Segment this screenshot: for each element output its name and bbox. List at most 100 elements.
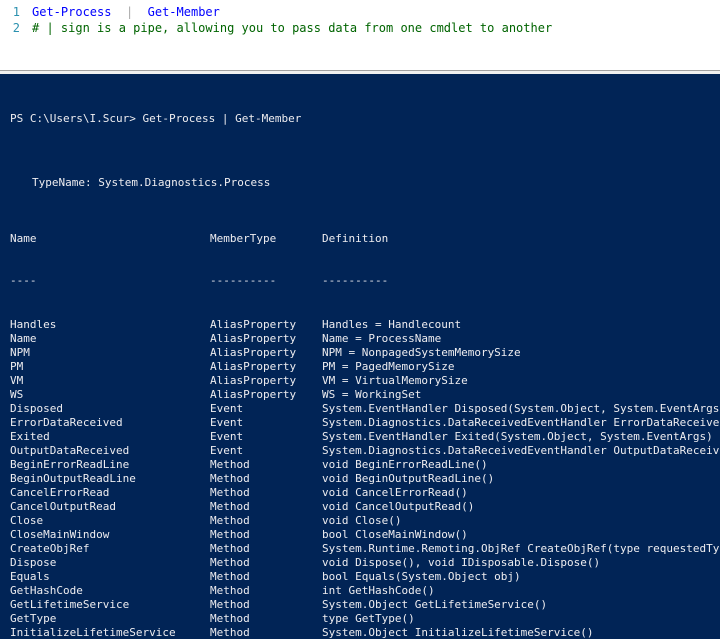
member-name: Handles [10,318,210,332]
token: Get-Member [148,5,220,19]
member-type: Method [210,500,322,514]
member-definition: int GetHashCode() [322,584,720,598]
member-type: AliasProperty [210,332,322,346]
editor-line[interactable]: 1Get-Process | Get-Member [0,4,720,20]
member-row: CloseMainWindowMethodbool CloseMainWindo… [10,528,720,542]
console-output[interactable]: PS C:\Users\I.Scur> Get-Process | Get-Me… [0,74,720,639]
member-type: Method [210,514,322,528]
line-number: 1 [0,4,32,20]
member-name: Close [10,514,210,528]
member-definition: System.Diagnostics.DataReceivedEventHand… [322,444,720,458]
member-type: Method [210,486,322,500]
member-type: Method [210,528,322,542]
member-definition: System.Diagnostics.DataReceivedEventHand… [322,416,720,430]
member-definition: VM = VirtualMemorySize [322,374,720,388]
member-definition: System.Object InitializeLifetimeService(… [322,626,720,639]
member-rows: HandlesAliasPropertyHandles = Handlecoun… [10,318,720,639]
member-type: AliasProperty [210,346,322,360]
member-type: Event [210,430,322,444]
member-type: Method [210,472,322,486]
member-row: NameAliasPropertyName = ProcessName [10,332,720,346]
member-type: Method [210,626,322,639]
member-definition: void BeginErrorReadLine() [322,458,720,472]
member-row: HandlesAliasPropertyHandles = Handlecoun… [10,318,720,332]
member-name: InitializeLifetimeService [10,626,210,639]
member-definition: Name = ProcessName [322,332,720,346]
editor-line-content[interactable]: Get-Process | Get-Member [32,4,220,20]
member-row: EqualsMethodbool Equals(System.Object ob… [10,570,720,584]
script-editor[interactable]: 1Get-Process | Get-Member2# | sign is a … [0,0,720,70]
member-row: WSAliasPropertyWS = WorkingSet [10,388,720,402]
member-type: Event [210,416,322,430]
member-type: Method [210,556,322,570]
underline-name: ---- [10,274,210,288]
member-type: Event [210,402,322,416]
token: Get-Process [32,5,111,19]
member-name: GetLifetimeService [10,598,210,612]
member-name: GetHashCode [10,584,210,598]
member-name: CancelOutputRead [10,500,210,514]
member-definition: bool CloseMainWindow() [322,528,720,542]
member-row: ExitedEventSystem.EventHandler Exited(Sy… [10,430,720,444]
member-name: Name [10,332,210,346]
header-name: Name [10,232,210,246]
member-name: Disposed [10,402,210,416]
member-type: Method [210,612,322,626]
member-definition: Handles = Handlecount [322,318,720,332]
member-definition: System.Object GetLifetimeService() [322,598,720,612]
member-name: BeginErrorReadLine [10,458,210,472]
member-definition: void Close() [322,514,720,528]
member-type: AliasProperty [210,374,322,388]
member-type: Method [210,570,322,584]
member-name: GetType [10,612,210,626]
member-name: Dispose [10,556,210,570]
member-definition: bool Equals(System.Object obj) [322,570,720,584]
member-row: NPMAliasPropertyNPM = NonpagedSystemMemo… [10,346,720,360]
member-name: ErrorDataReceived [10,416,210,430]
member-name: Equals [10,570,210,584]
member-name: CancelErrorRead [10,486,210,500]
member-name: BeginOutputReadLine [10,472,210,486]
member-name: CloseMainWindow [10,528,210,542]
member-definition: WS = WorkingSet [322,388,720,402]
member-definition: void BeginOutputReadLine() [322,472,720,486]
member-row: CancelErrorReadMethodvoid CancelErrorRea… [10,486,720,500]
member-definition: void CancelOutputRead() [322,500,720,514]
token [133,5,147,19]
member-name: VM [10,374,210,388]
member-type: AliasProperty [210,360,322,374]
line-number: 2 [0,20,32,36]
token [111,5,125,19]
header-definition: Definition [322,232,720,246]
prompt-line: PS C:\Users\I.Scur> Get-Process | Get-Me… [10,112,720,126]
member-row: GetLifetimeServiceMethodSystem.Object Ge… [10,598,720,612]
member-definition: NPM = NonpagedSystemMemorySize [322,346,720,360]
member-name: CreateObjRef [10,542,210,556]
member-row: PMAliasPropertyPM = PagedMemorySize [10,360,720,374]
member-row: InitializeLifetimeServiceMethodSystem.Ob… [10,626,720,639]
member-row: DisposedEventSystem.EventHandler Dispose… [10,402,720,416]
member-definition: System.EventHandler Exited(System.Object… [322,430,720,444]
member-type: Method [210,584,322,598]
member-definition: System.Runtime.Remoting.ObjRef CreateObj… [322,542,720,556]
column-headers: Name MemberType Definition [10,232,720,246]
member-type: Method [210,458,322,472]
member-row: BeginErrorReadLineMethodvoid BeginErrorR… [10,458,720,472]
member-row: CloseMethodvoid Close() [10,514,720,528]
member-row: DisposeMethodvoid Dispose(), void IDispo… [10,556,720,570]
token: # | sign is a pipe, allowing you to pass… [32,21,552,35]
editor-line[interactable]: 2# | sign is a pipe, allowing you to pas… [0,20,720,36]
member-name: PM [10,360,210,374]
member-name: OutputDataReceived [10,444,210,458]
underline-definition: ---------- [322,274,720,288]
member-definition: System.EventHandler Disposed(System.Obje… [322,402,720,416]
member-row: CancelOutputReadMethodvoid CancelOutputR… [10,500,720,514]
member-row: CreateObjRefMethodSystem.Runtime.Remotin… [10,542,720,556]
member-row: GetHashCodeMethodint GetHashCode() [10,584,720,598]
member-name: Exited [10,430,210,444]
member-row: BeginOutputReadLineMethodvoid BeginOutpu… [10,472,720,486]
editor-line-content[interactable]: # | sign is a pipe, allowing you to pass… [32,20,552,36]
member-type: Event [210,444,322,458]
member-row: OutputDataReceivedEventSystem.Diagnostic… [10,444,720,458]
member-definition: void Dispose(), void IDisposable.Dispose… [322,556,720,570]
